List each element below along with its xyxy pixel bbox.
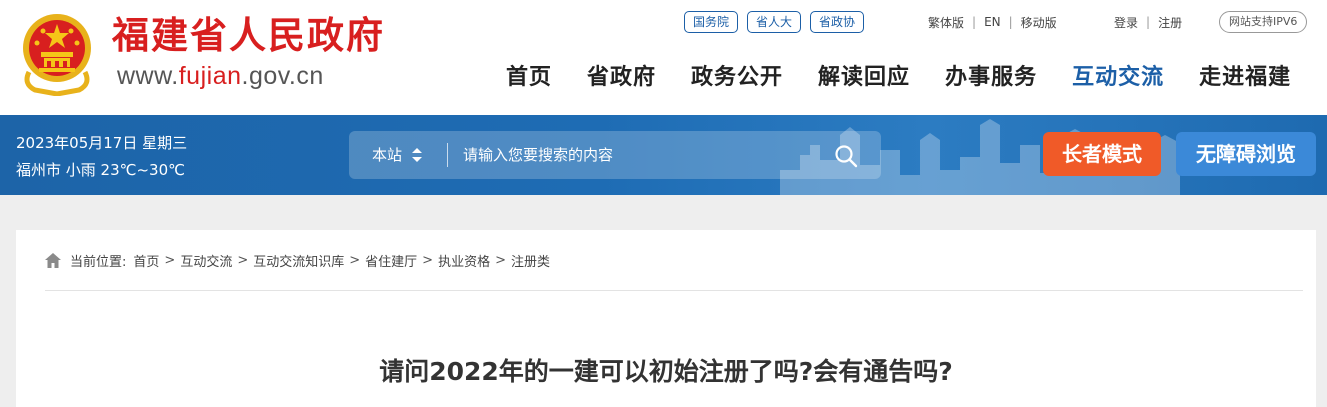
nav-government-affairs[interactable]: 政务公开 (691, 58, 783, 98)
institution-links: 国务院 省人大 省政协 (684, 11, 865, 33)
weather-info: 福州市 小雨 23℃~30℃ (16, 161, 185, 179)
search-box: 本站 (349, 131, 881, 179)
breadcrumb-separator: > (349, 253, 361, 268)
version-links: 繁体版 | EN | 移动版 (928, 11, 1057, 33)
search-scope-select[interactable]: 本站 (372, 131, 402, 179)
breadcrumb-qualification[interactable]: 执业资格 (438, 251, 490, 270)
state-council-link[interactable]: 国务院 (684, 11, 739, 33)
search-divider (447, 143, 448, 167)
article-title: 请问2022年的一建可以初始注册了吗?会有通告吗? (379, 357, 953, 386)
mobile-version-link[interactable]: 移动版 (1021, 14, 1057, 31)
breadcrumb-registration[interactable]: 注册类 (511, 251, 550, 270)
site-url: www.fujian.gov.cn (117, 62, 324, 91)
breadcrumb-knowledge-base[interactable]: 互动交流知识库 (253, 251, 344, 270)
nav-home[interactable]: 首页 (506, 58, 552, 98)
site-name[interactable]: 福建省人民政府 (112, 13, 385, 57)
separator: | (972, 15, 977, 29)
nav-interaction[interactable]: 互动交流 (1072, 58, 1164, 98)
sort-arrows-icon[interactable] (410, 147, 424, 163)
breadcrumb-separator: > (237, 253, 249, 268)
search-input[interactable] (463, 131, 813, 179)
national-emblem-icon[interactable] (19, 10, 95, 96)
elder-mode-button[interactable]: 长者模式 (1043, 132, 1161, 176)
separator: | (1146, 15, 1151, 29)
login-link[interactable]: 登录 (1114, 14, 1138, 31)
nav-provincial-government[interactable]: 省政府 (587, 58, 656, 98)
breadcrumb-home[interactable]: 首页 (133, 251, 159, 270)
accessibility-button[interactable]: 无障碍浏览 (1176, 132, 1316, 176)
url-suffix: .gov.cn (241, 62, 324, 90)
breadcrumb-divider (45, 290, 1303, 291)
breadcrumb: 当前位置: 首页 > 互动交流 > 互动交流知识库 > 省住建厅 > 执业资格 … (45, 251, 550, 270)
site-header: 福建省人民政府 www.fujian.gov.cn 国务院 省人大 省政协 繁体… (0, 0, 1327, 115)
breadcrumb-separator: > (164, 253, 176, 268)
breadcrumb-interaction[interactable]: 互动交流 (180, 251, 232, 270)
main-nav: 首页 省政府 政务公开 解读回应 办事服务 互动交流 走进福建 (506, 58, 1291, 98)
home-icon (45, 253, 61, 268)
search-icon[interactable] (834, 144, 858, 168)
separator: | (1008, 15, 1013, 29)
nav-interpretation[interactable]: 解读回应 (818, 58, 910, 98)
url-prefix: www. (117, 62, 179, 90)
english-link[interactable]: EN (984, 15, 1001, 29)
current-date: 2023年05月17日 星期三 (16, 134, 188, 152)
search-banner: 2023年05月17日 星期三 福州市 小雨 23℃~30℃ 本站 长者模式 无… (0, 115, 1327, 195)
breadcrumb-label: 当前位置: (70, 255, 127, 270)
nav-about-fujian[interactable]: 走进福建 (1199, 58, 1291, 98)
breadcrumb-separator: > (495, 253, 506, 268)
article-panel: 当前位置: 首页 > 互动交流 > 互动交流知识库 > 省住建厅 > 执业资格 … (16, 230, 1316, 407)
ipv6-badge: 网站支持IPV6 (1219, 11, 1308, 33)
nav-services[interactable]: 办事服务 (945, 58, 1037, 98)
url-highlight: fujian (178, 62, 242, 90)
provincial-congress-link[interactable]: 省人大 (747, 11, 802, 33)
register-link[interactable]: 注册 (1158, 14, 1182, 31)
traditional-chinese-link[interactable]: 繁体版 (928, 14, 964, 31)
breadcrumb-housing-department[interactable]: 省住建厅 (365, 251, 417, 270)
provincial-cppcc-link[interactable]: 省政协 (810, 11, 865, 33)
breadcrumb-separator: > (422, 253, 434, 268)
account-links: 登录 | 注册 (1114, 11, 1182, 33)
